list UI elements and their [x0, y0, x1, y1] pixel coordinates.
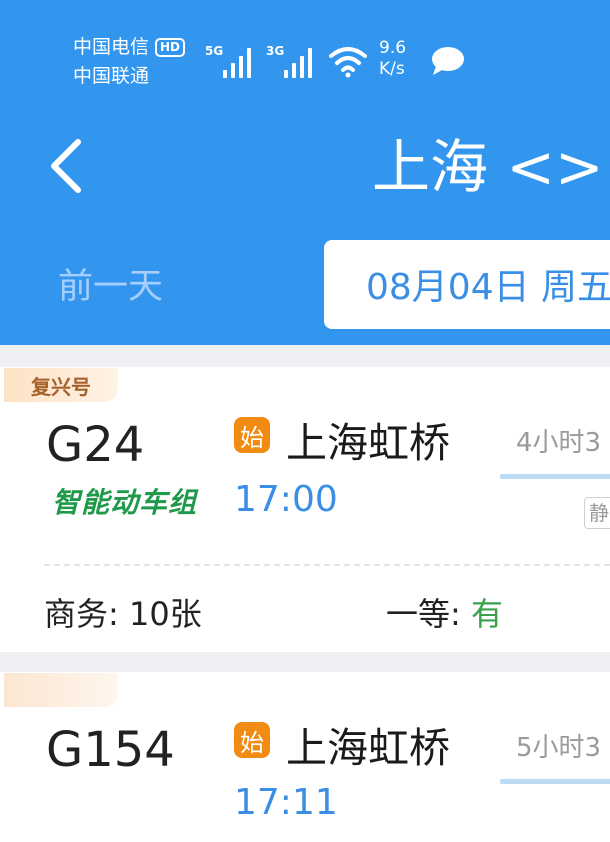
train-number: G24	[46, 417, 145, 473]
network-speed: 9.6 K/s	[379, 38, 407, 79]
carrier-2: 中国联通	[73, 65, 150, 87]
train-type-badge: 复兴号	[4, 368, 118, 402]
duration-line	[500, 474, 610, 479]
wifi-icon	[329, 47, 367, 78]
carrier-1: 中国电信	[73, 36, 150, 58]
departure-time: 17:00	[234, 479, 338, 520]
selected-date: 08月04日 周五	[366, 267, 610, 308]
train-card[interactable]: G154 始 上海虹桥 17:11 5小时3	[0, 672, 610, 842]
hd-badge: HD	[155, 38, 186, 57]
date-selector[interactable]: 08月04日 周五	[324, 240, 610, 329]
carrier-info: 中国电信 HD 中国联通	[73, 33, 186, 91]
train-card[interactable]: 复兴号 G24 智能动车组 始 上海虹桥 17:00 4小时3 静 商务: 10…	[0, 367, 610, 652]
train-number: G154	[46, 722, 175, 778]
travel-duration: 4小时3	[516, 428, 602, 458]
seat-first-class: 一等: 有	[386, 595, 503, 633]
origin-station-icon: 始	[234, 722, 270, 758]
train-type-badge	[4, 673, 118, 707]
divider	[44, 564, 610, 566]
previous-day-button[interactable]: 前一天	[58, 258, 163, 309]
travel-duration: 5小时3	[516, 733, 602, 763]
status-bar: 中国电信 HD 中国联通 5G 3G 9.6 K/s	[0, 0, 610, 100]
message-icon	[432, 47, 464, 75]
origin-station-icon: 始	[234, 417, 270, 453]
seat-business: 商务: 10张	[44, 595, 202, 633]
duration-line	[500, 779, 610, 784]
smart-emu-tag: 智能动车组	[52, 486, 198, 519]
departure-station: 上海虹桥	[286, 419, 450, 467]
back-arrow-icon[interactable]	[44, 138, 88, 194]
quiet-car-tag: 静	[584, 497, 610, 529]
departure-station: 上海虹桥	[286, 724, 450, 772]
departure-time: 17:11	[234, 782, 338, 823]
route-title[interactable]: 上海 <> 北	[372, 130, 610, 204]
header: 中国电信 HD 中国联通 5G 3G 9.6 K/s 上海 <> 前一天 08月…	[0, 0, 610, 345]
